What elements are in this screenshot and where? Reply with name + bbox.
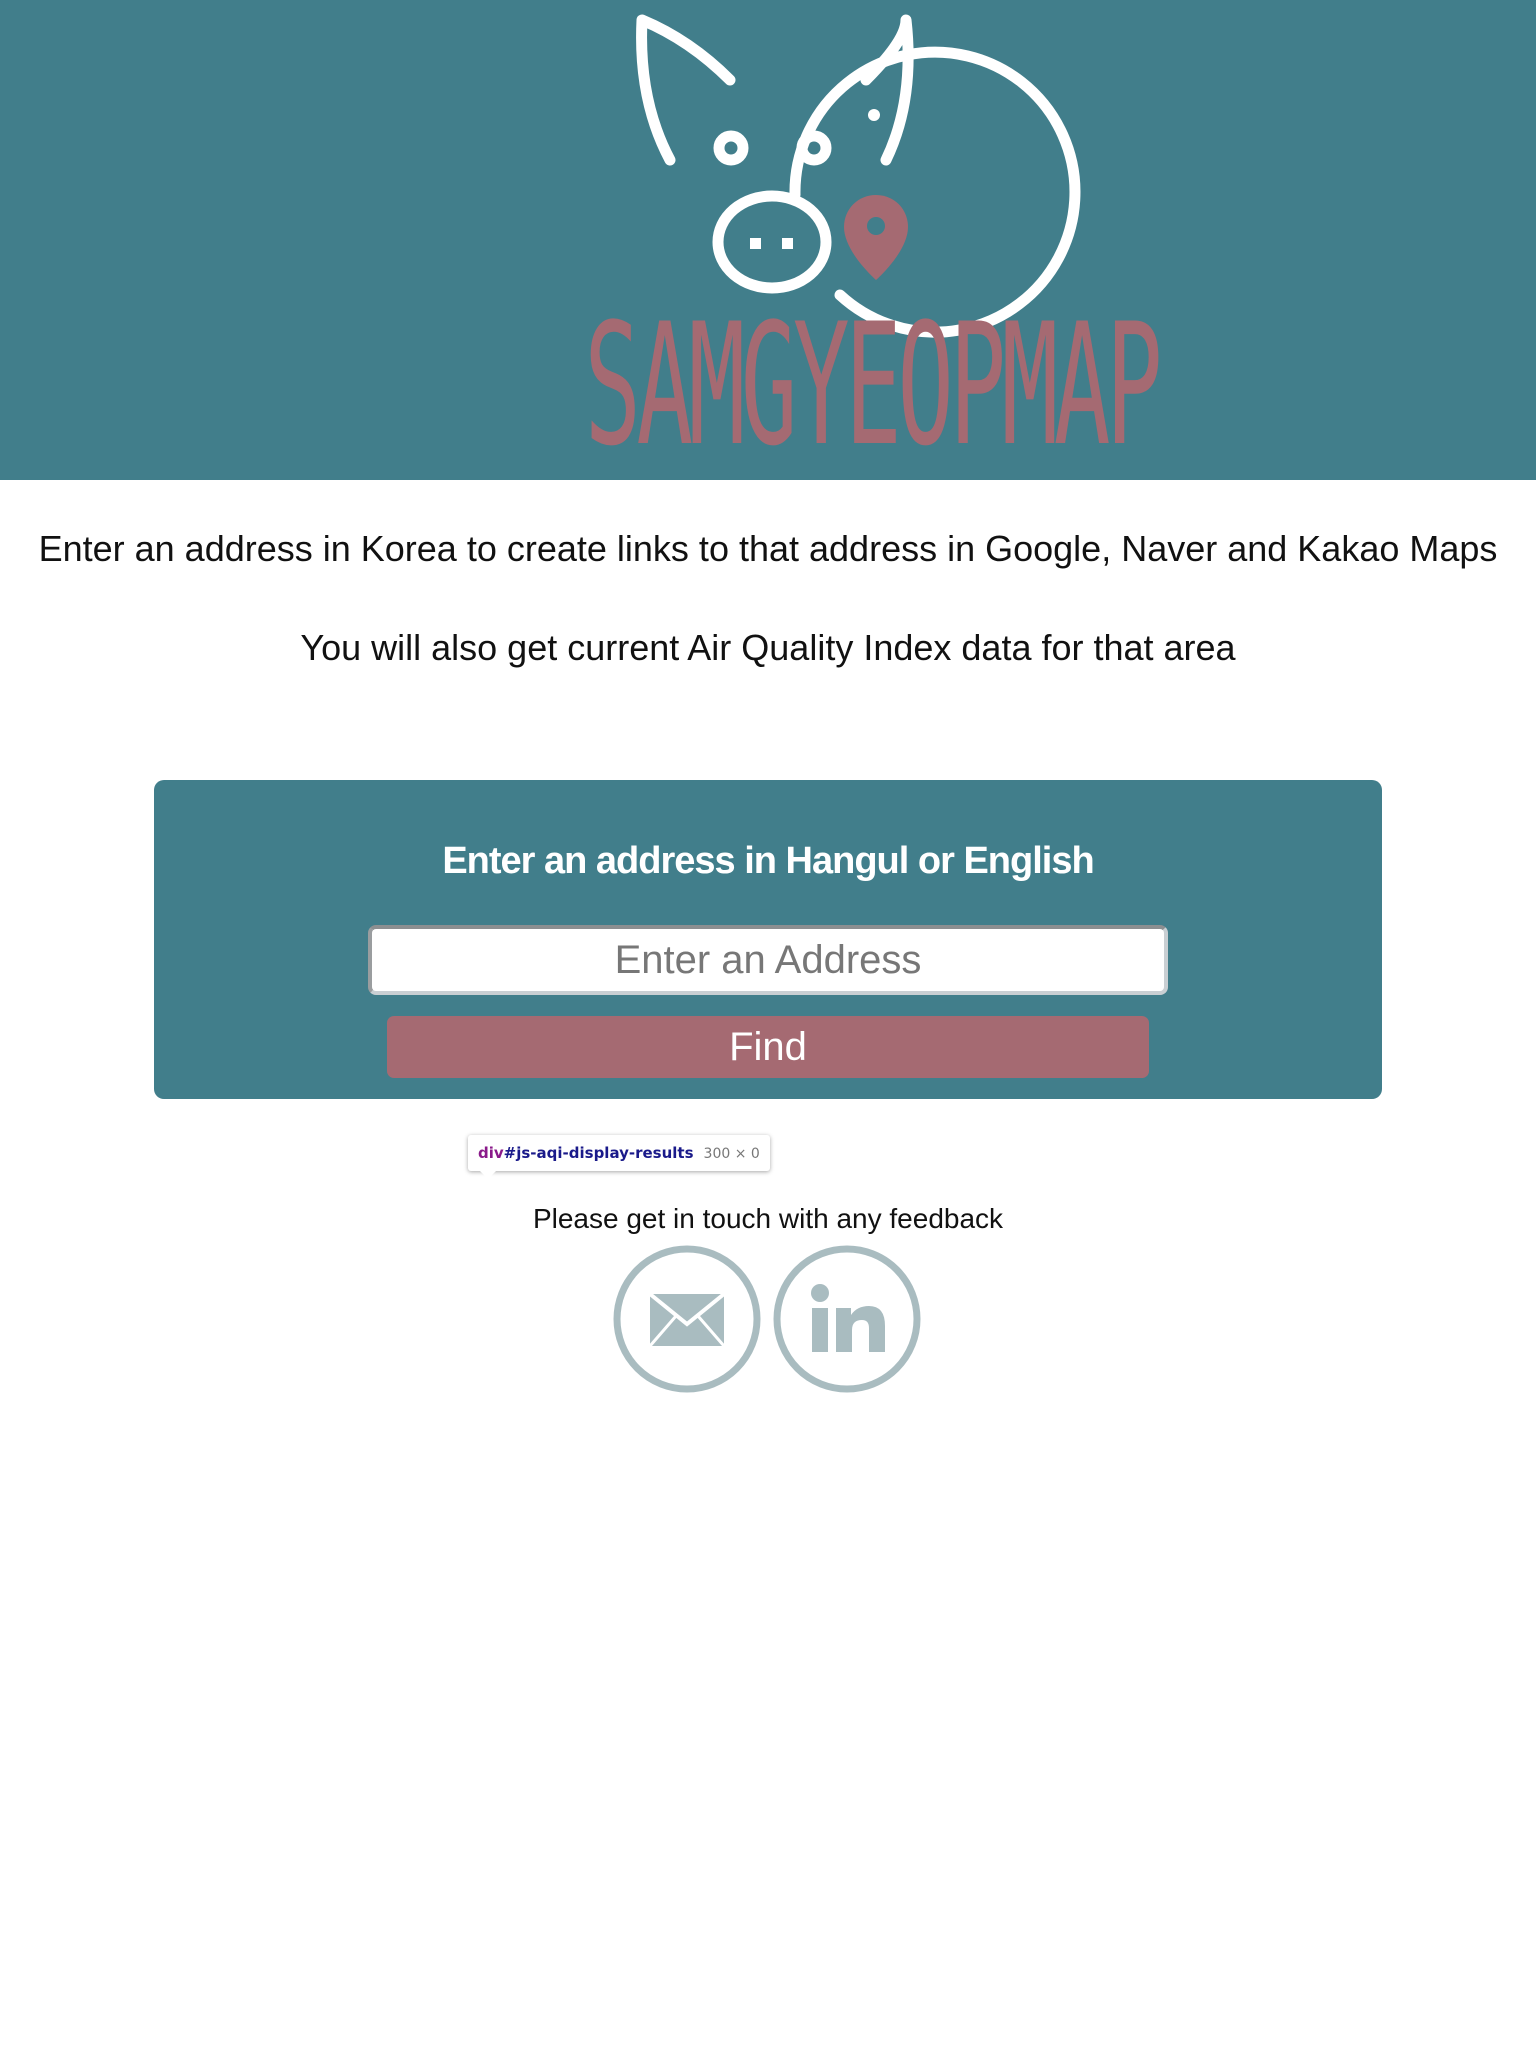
site-logo[interactable]: SAMGYEOPMAP: [440, 0, 1163, 483]
linkedin-link[interactable]: [772, 1244, 922, 1394]
address-input[interactable]: [368, 925, 1168, 995]
envelope-icon: [613, 1245, 761, 1393]
logo-wordmark: SAMGYEOPMAP: [584, 287, 1162, 483]
email-link[interactable]: [612, 1244, 762, 1394]
search-heading: Enter an address in Hangul or English: [442, 840, 1094, 882]
inspector-tooltip: div#js-aqi-display-results 300 × 0: [468, 1135, 770, 1179]
tooltip-tag: div: [478, 1144, 504, 1162]
intro-text: Enter an address in Korea to create link…: [38, 528, 1498, 569]
tooltip-size: 300 × 0: [703, 1146, 760, 1162]
address-search-form: Enter an address in Hangul or English Fi…: [154, 780, 1382, 1099]
site-header: SAMGYEOPMAP: [0, 0, 1536, 480]
find-button[interactable]: Find: [387, 1016, 1149, 1078]
intro-subtext: You will also get current Air Quality In…: [300, 627, 1236, 668]
tooltip-id: #js-aqi-display-results: [503, 1144, 694, 1162]
linkedin-icon: [773, 1245, 921, 1393]
feedback-text: Please get in touch with any feedback: [532, 1203, 1004, 1234]
